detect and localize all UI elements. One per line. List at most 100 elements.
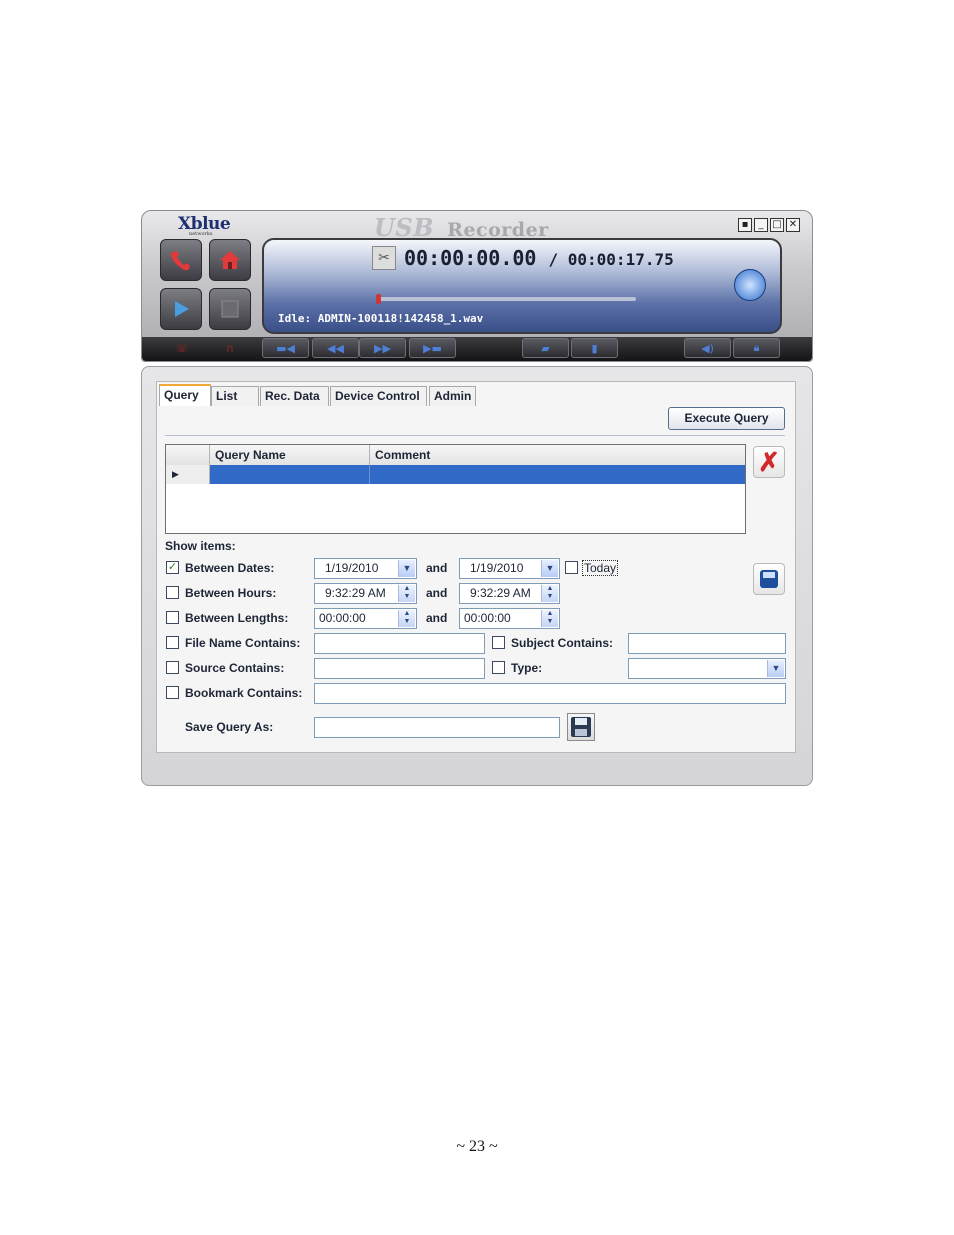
tab-query[interactable]: Query — [159, 384, 211, 406]
bookmark-label: Bookmark Contains: — [185, 686, 303, 700]
skip-back-button[interactable]: ▬◀ — [262, 338, 309, 358]
spinner-icon[interactable]: ▲ ▼ — [398, 585, 415, 602]
file-name-input[interactable] — [314, 633, 485, 654]
tab-device-control[interactable]: Device Control — [330, 386, 427, 406]
hangup-button[interactable]: ☏ — [170, 338, 194, 358]
headset-icon: ∩ — [225, 341, 235, 355]
divider — [165, 435, 785, 436]
selected-row-cells[interactable] — [210, 465, 745, 484]
column-query-name[interactable]: Query Name — [210, 445, 370, 465]
phone-icon — [170, 251, 190, 271]
xblue-logo: Xblue networks — [178, 214, 231, 237]
subject-input[interactable] — [628, 633, 786, 654]
time-readout: 00:00:00.00 / 00:00:17.75 — [404, 246, 674, 270]
type-checkbox[interactable] — [492, 661, 505, 674]
stop-button[interactable] — [209, 288, 251, 330]
page-number: ~ 23 ~ — [456, 1138, 498, 1155]
red-x-icon: ✗ — [758, 447, 780, 477]
fast-forward-button[interactable]: ▶▶ — [359, 338, 406, 358]
play-icon — [175, 301, 189, 317]
tab-admin[interactable]: Admin — [429, 386, 476, 406]
grid-header: Query Name Comment — [166, 445, 745, 466]
length-to-value: 00:00:00 — [464, 611, 511, 625]
between-lengths-checkbox[interactable] — [166, 611, 179, 624]
floppy-disk-icon — [571, 717, 591, 737]
play-button[interactable] — [160, 288, 202, 330]
between-hours-checkbox[interactable] — [166, 586, 179, 599]
close-button[interactable]: ✕ — [786, 218, 800, 232]
call-button[interactable] — [160, 239, 202, 281]
phone-small-icon: ☏ — [175, 341, 189, 355]
bookmark-checkbox[interactable] — [166, 686, 179, 699]
grid-indicator-header — [166, 445, 210, 465]
type-select[interactable]: ▼ — [628, 658, 786, 679]
file-name-checkbox[interactable] — [166, 636, 179, 649]
saved-queries-grid[interactable]: Query Name Comment ▶ — [165, 444, 746, 534]
lock-button[interactable]: 🔒︎ — [733, 338, 780, 358]
scissors-icon[interactable]: ✂ — [372, 246, 396, 270]
volume-button[interactable]: ◀) — [684, 338, 731, 358]
save-query-input[interactable] — [314, 717, 560, 738]
and-label: and — [426, 561, 448, 575]
spinner-icon[interactable]: ▲ ▼ — [398, 610, 415, 627]
hours-from-value: 9:32:29 AM — [325, 586, 386, 600]
skip-forward-button[interactable]: ▶▬ — [409, 338, 456, 358]
usb-recorder-window: Xblue networks USB Recorder ▪ _ □ ✕ ✂ 00… — [141, 210, 813, 786]
today-checkbox[interactable] — [565, 561, 578, 574]
table-row[interactable]: ▶ — [166, 465, 745, 484]
file-button[interactable]: ▮ — [571, 338, 618, 358]
home-button[interactable] — [209, 239, 251, 281]
chevron-down-icon[interactable]: ▼ — [541, 560, 558, 577]
spinner-icon[interactable]: ▲ ▼ — [541, 610, 558, 627]
status-text: Idle: ADMIN-100118!142458_1.wav — [278, 312, 484, 325]
save-query-button[interactable] — [567, 713, 595, 741]
save-blue-button[interactable] — [753, 563, 785, 595]
rewind-icon: ◀◀ — [327, 341, 344, 355]
blue-disk-icon — [760, 570, 778, 588]
total-time: / 00:00:17.75 — [548, 250, 674, 269]
skip-back-icon: ▬◀ — [276, 341, 295, 355]
minimize-button[interactable]: _ — [754, 218, 768, 232]
folder-icon: ▰ — [541, 341, 550, 355]
date-to-picker[interactable]: 1/19/2010 ▼ — [459, 558, 560, 579]
hours-to-field[interactable]: 9:32:29 AM ▲ ▼ — [459, 583, 560, 604]
chevron-down-icon[interactable]: ▼ — [767, 660, 784, 677]
delete-query-button[interactable]: ✗ — [753, 446, 785, 478]
subject-checkbox[interactable] — [492, 636, 505, 649]
hours-from-field[interactable]: 9:32:29 AM ▲ ▼ — [314, 583, 417, 604]
seek-bar[interactable] — [376, 294, 636, 304]
length-from-field[interactable]: 00:00:00 ▲ ▼ — [314, 608, 417, 629]
home-icon — [220, 251, 240, 269]
column-comment[interactable]: Comment — [370, 445, 744, 465]
type-label: Type: — [511, 661, 543, 675]
spinner-icon[interactable]: ▲ ▼ — [541, 585, 558, 602]
open-folder-button[interactable]: ▰ — [522, 338, 569, 358]
row-pointer-icon: ▶ — [166, 465, 210, 484]
between-hours-label: Between Hours: — [185, 586, 277, 600]
execute-query-button[interactable]: Execute Query — [668, 407, 785, 430]
maximize-button[interactable]: □ — [770, 218, 784, 232]
file-name-label: File Name Contains: — [185, 636, 301, 650]
tab-list[interactable]: List — [211, 386, 259, 406]
database-icon[interactable] — [734, 269, 766, 301]
source-checkbox[interactable] — [166, 661, 179, 674]
between-dates-label: Between Dates: — [185, 561, 275, 575]
chevron-down-icon[interactable]: ▼ — [398, 560, 415, 577]
show-items-label: Show items: — [165, 539, 236, 553]
lock-icon: 🔒︎ — [753, 341, 760, 354]
subject-label: Subject Contains: — [511, 636, 614, 650]
length-from-value: 00:00:00 — [319, 611, 366, 625]
rewind-button[interactable]: ◀◀ — [312, 338, 359, 358]
length-to-field[interactable]: 00:00:00 ▲ ▼ — [459, 608, 560, 629]
source-input[interactable] — [314, 658, 485, 679]
headset-button[interactable]: ∩ — [218, 338, 242, 358]
tab-rec-data[interactable]: Rec. Data — [260, 386, 329, 406]
between-dates-checkbox[interactable]: ✓ — [166, 561, 179, 574]
bookmark-input[interactable] — [314, 683, 786, 704]
restore-window-button[interactable]: ▪ — [738, 218, 752, 232]
date-from-picker[interactable]: 1/19/2010 ▼ — [314, 558, 417, 579]
file-icon: ▮ — [591, 341, 598, 355]
seek-knob[interactable] — [376, 294, 381, 304]
date-from-value: 1/19/2010 — [325, 561, 379, 575]
today-label[interactable]: Today — [582, 560, 619, 576]
